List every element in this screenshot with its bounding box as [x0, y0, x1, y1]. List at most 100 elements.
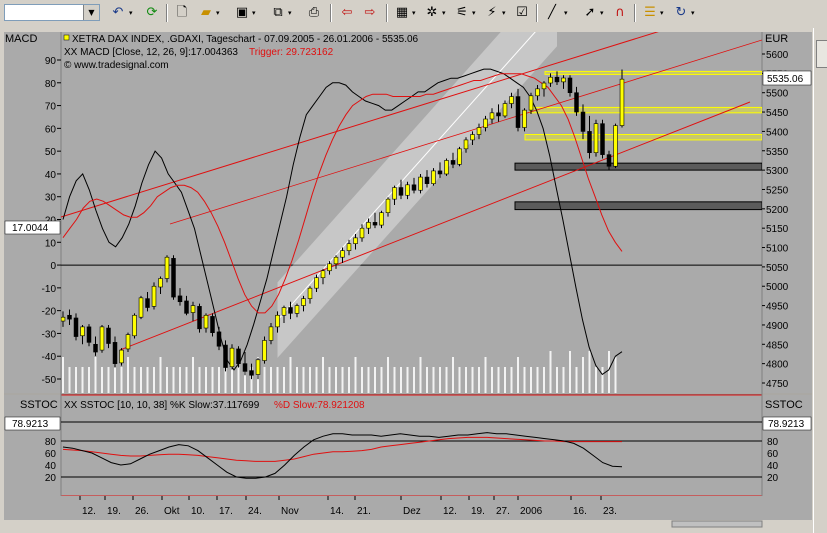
candle-down[interactable]	[106, 327, 111, 344]
candle-up[interactable]	[294, 305, 300, 314]
candle-up[interactable]	[314, 277, 319, 289]
candle-down[interactable]	[112, 342, 118, 364]
candle-up[interactable]	[392, 187, 397, 200]
candle-down[interactable]	[450, 160, 456, 165]
support-zone[interactable]	[514, 201, 762, 211]
candle-down[interactable]	[372, 222, 378, 226]
options-dropdown[interactable]: ▾	[660, 4, 667, 22]
candle-up[interactable]	[619, 78, 625, 126]
horizontal-scroll-thumb[interactable]	[671, 520, 763, 528]
candle-down[interactable]	[411, 184, 417, 191]
candle-down[interactable]	[574, 92, 579, 113]
candle-up[interactable]	[203, 314, 209, 329]
candle-down[interactable]	[554, 76, 560, 83]
candle-down[interactable]	[93, 343, 98, 353]
candle-up[interactable]	[405, 184, 410, 196]
candle-down[interactable]	[177, 295, 183, 303]
candle-up[interactable]	[229, 347, 235, 368]
candle-up[interactable]	[457, 148, 462, 165]
candle-down[interactable]	[145, 298, 150, 308]
resistance-zone[interactable]	[524, 134, 762, 141]
candle-up[interactable]	[138, 297, 144, 318]
candle-down[interactable]	[223, 344, 228, 368]
candle-up[interactable]	[489, 112, 495, 120]
save-dropdown[interactable]: ▾	[252, 4, 259, 22]
candle-up[interactable]	[548, 76, 553, 84]
candle-down[interactable]	[398, 187, 404, 196]
candle-up[interactable]	[346, 243, 352, 251]
properties-icon[interactable]: ☑	[512, 4, 532, 22]
candle-up[interactable]	[125, 334, 131, 350]
copy-icon[interactable]: ⧉	[268, 4, 288, 22]
candle-down[interactable]	[580, 111, 586, 132]
candle-down[interactable]	[587, 131, 592, 153]
candle-up[interactable]	[522, 109, 527, 128]
vertical-scrollbar[interactable]	[813, 28, 827, 533]
strategy-dropdown[interactable]: ▾	[472, 4, 479, 22]
refresh-icon[interactable]: ⟳	[142, 4, 162, 22]
rotate-icon[interactable]: ↻	[671, 4, 691, 22]
options-icon[interactable]: ☰	[640, 4, 660, 22]
new-document-icon[interactable]: 🗋	[172, 4, 192, 22]
candle-up[interactable]	[255, 359, 261, 375]
candle-up[interactable]	[418, 176, 423, 191]
indicator-icon[interactable]: ✲	[422, 4, 442, 22]
candle-up[interactable]	[470, 134, 475, 141]
candle-up[interactable]	[509, 96, 514, 104]
candle-up[interactable]	[132, 314, 137, 337]
undo-icon[interactable]: ↶	[108, 4, 128, 22]
cursor-icon[interactable]: ➚	[580, 4, 600, 22]
candle-down[interactable]	[184, 300, 189, 314]
candle-up[interactable]	[541, 82, 547, 90]
candle-up[interactable]	[613, 125, 618, 167]
candle-up[interactable]	[483, 118, 488, 128]
scanner-dropdown[interactable]: ▾	[502, 4, 509, 22]
candle-down[interactable]	[236, 348, 241, 364]
price-panel[interactable]	[61, 32, 762, 393]
scanner-icon[interactable]: ⚡	[482, 4, 502, 22]
candle-up[interactable]	[190, 305, 196, 313]
drawing-dropdown[interactable]: ▾	[564, 4, 571, 22]
vertical-scroll-thumb[interactable]	[816, 40, 827, 68]
candle-up[interactable]	[444, 160, 449, 175]
save-disk-icon[interactable]: ▣	[232, 4, 252, 22]
candle-up[interactable]	[99, 326, 105, 351]
copy-dropdown[interactable]: ▾	[288, 4, 295, 22]
chart-type-icon[interactable]: ▦	[392, 4, 412, 22]
candle-down[interactable]	[242, 363, 248, 372]
candle-up[interactable]	[385, 198, 391, 213]
symbol-combo[interactable]: ▼	[4, 4, 100, 21]
candle-up[interactable]	[164, 256, 170, 279]
forward-arrow-icon[interactable]: ⇨	[360, 4, 380, 22]
candle-up[interactable]	[119, 349, 124, 364]
candle-up[interactable]	[431, 170, 436, 184]
candle-down[interactable]	[197, 306, 202, 330]
chevron-down-icon[interactable]: ▼	[83, 5, 99, 20]
back-arrow-icon[interactable]: ⇦	[337, 4, 357, 22]
candle-up[interactable]	[359, 227, 365, 239]
candle-up[interactable]	[268, 326, 274, 341]
candle-up[interactable]	[502, 103, 508, 117]
candle-up[interactable]	[262, 340, 267, 361]
candle-down[interactable]	[600, 123, 605, 155]
candle-up[interactable]	[340, 250, 345, 258]
candle-up[interactable]	[307, 287, 313, 299]
candle-down[interactable]	[437, 170, 443, 175]
candle-down[interactable]	[210, 316, 215, 333]
candle-down[interactable]	[86, 326, 92, 343]
drawing-icon[interactable]: ╱	[542, 4, 562, 22]
candle-up[interactable]	[561, 77, 566, 83]
candle-up[interactable]	[476, 127, 482, 135]
candle-up[interactable]	[463, 139, 469, 150]
candle-up[interactable]	[320, 270, 326, 279]
candle-up[interactable]	[301, 298, 306, 306]
candle-down[interactable]	[216, 331, 222, 347]
candle-up[interactable]	[327, 263, 332, 272]
print-icon[interactable]: ⎙	[304, 4, 324, 22]
candle-up[interactable]	[353, 237, 358, 244]
candle-up[interactable]	[593, 123, 599, 153]
strategy-icon[interactable]: ⚟	[452, 4, 472, 22]
magnet-icon[interactable]: ∩	[610, 4, 630, 22]
candle-up[interactable]	[61, 316, 66, 322]
candle-up[interactable]	[158, 278, 163, 288]
